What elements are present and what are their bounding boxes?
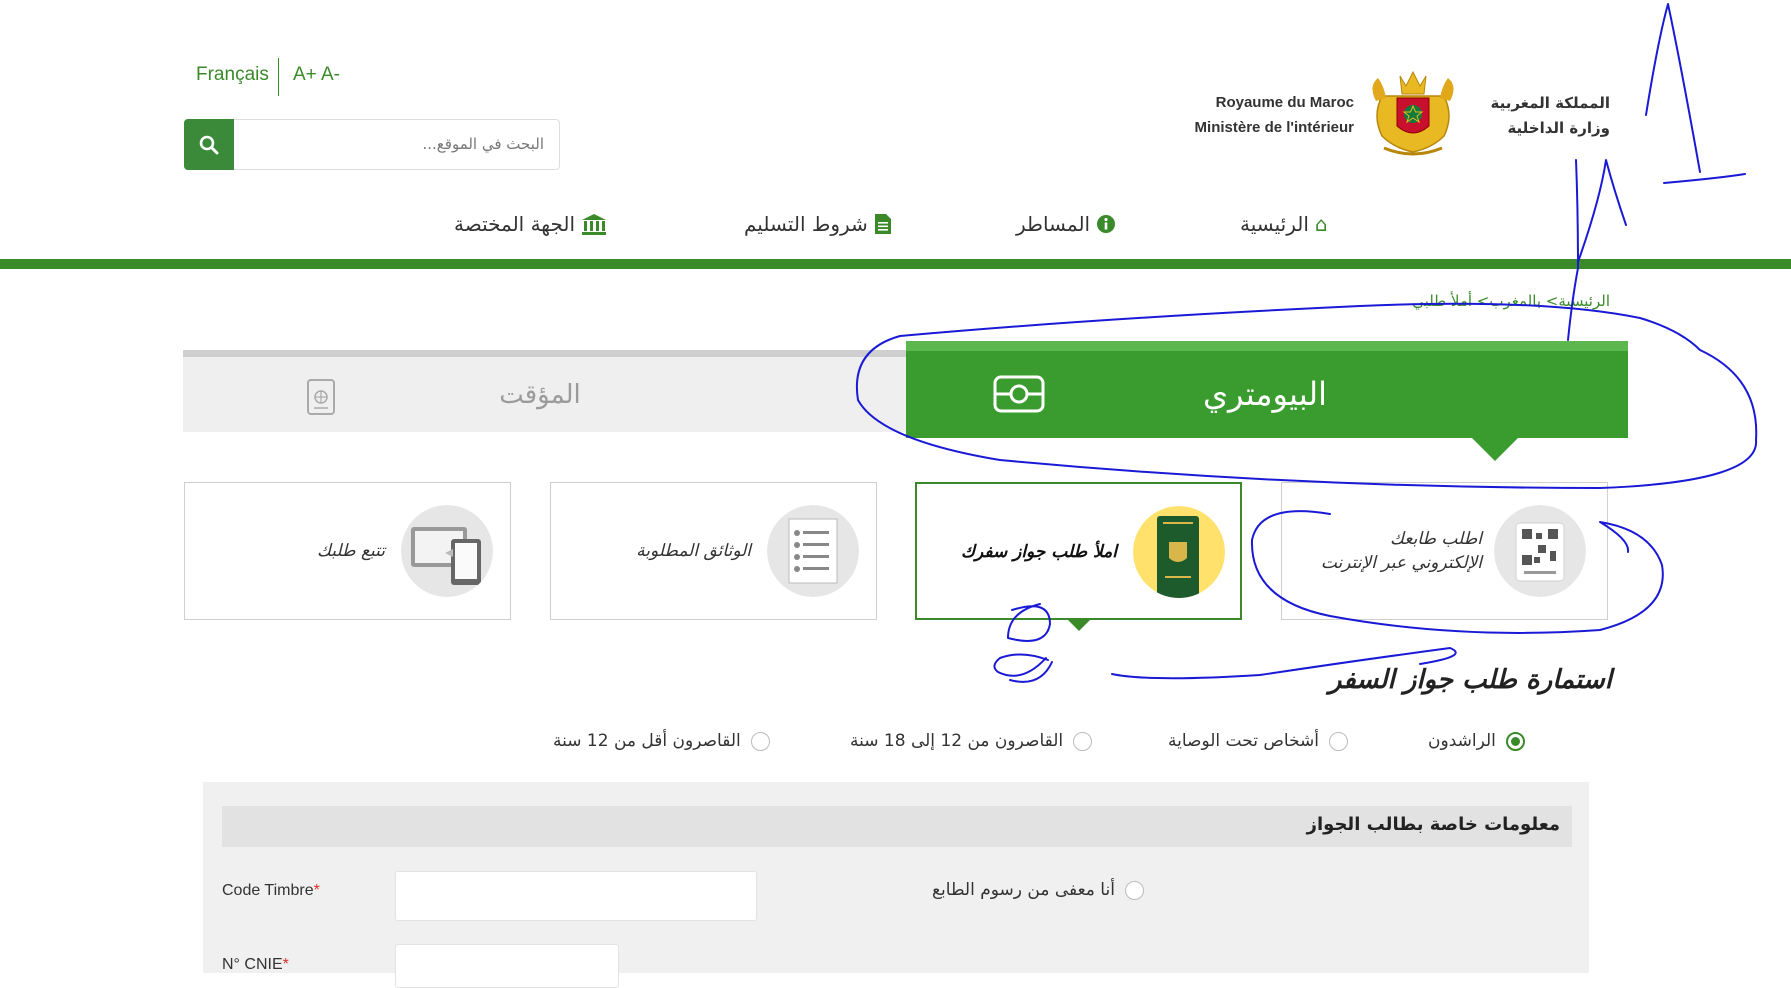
radio-minors-12-18[interactable]: القاصرون من 12 إلى 18 سنة bbox=[850, 731, 1093, 751]
radio-button[interactable] bbox=[750, 731, 770, 751]
temporary-passport-icon bbox=[307, 379, 335, 415]
documents-checklist-icon bbox=[767, 505, 859, 597]
nav-item-procedures[interactable]: المساطر bbox=[1016, 212, 1116, 236]
nav-item-label: الرئيسية bbox=[1240, 212, 1309, 236]
cnie-label: N° CNIE* bbox=[222, 956, 289, 974]
card-order-e-stamp[interactable]: اطلب طابعك الإلكتروني عبر الإنترنت bbox=[1281, 482, 1608, 620]
qr-stamp-icon bbox=[1494, 505, 1586, 597]
section-title: معلومات خاصة بطالب الجواز bbox=[1306, 814, 1560, 835]
nav-item-home[interactable]: ⌂ الرئيسية bbox=[1240, 212, 1328, 236]
exempt-label: أنا معفى من رسوم الطابع bbox=[932, 880, 1115, 900]
header-divider-bar bbox=[0, 259, 1791, 269]
radio-button[interactable] bbox=[1073, 731, 1093, 751]
info-circle-icon bbox=[1097, 215, 1116, 233]
radio-minors-under-12[interactable]: القاصرون أقل من 12 سنة bbox=[553, 731, 770, 751]
code-timbre-label-text: Code Timbre bbox=[222, 882, 314, 899]
nav-item-label: شروط التسليم bbox=[744, 212, 868, 236]
search-icon bbox=[199, 135, 219, 154]
annotation-arrow-left bbox=[1567, 159, 1627, 341]
search-button[interactable] bbox=[184, 119, 234, 170]
radio-button[interactable] bbox=[1505, 731, 1525, 751]
biometric-chip-icon bbox=[993, 375, 1045, 413]
required-mark: * bbox=[282, 956, 289, 973]
card-label-line1: املأ طلب جواز سفرك bbox=[960, 542, 1117, 562]
radio-label: الراشدون bbox=[1428, 731, 1496, 751]
document-icon bbox=[874, 214, 891, 234]
language-link-french[interactable]: Français bbox=[196, 64, 269, 86]
tab-active-pointer bbox=[1471, 437, 1519, 461]
card-label: تتبع طلبك bbox=[205, 539, 385, 563]
card-label: املأ طلب جواز سفرك bbox=[937, 540, 1117, 564]
card-label: اطلب طابعك الإلكتروني عبر الإنترنت bbox=[1302, 527, 1482, 575]
ministry-fr-line2: Ministère de l'intérieur bbox=[1194, 119, 1354, 136]
nav-item-label: المساطر bbox=[1016, 212, 1091, 236]
card-label-line2: الإلكتروني عبر الإنترنت bbox=[1320, 553, 1482, 573]
card-label: الوثائق المطلوبة bbox=[571, 539, 751, 563]
radio-label: أشخاص تحت الوصاية bbox=[1168, 731, 1320, 751]
royal-coat-of-arms-icon bbox=[1372, 70, 1454, 156]
language-divider bbox=[278, 58, 279, 96]
ministry-name-fr: Royaume du Maroc Ministère de l'intérieu… bbox=[1160, 90, 1354, 140]
form-title: استمارة طلب جواز السفر bbox=[1328, 665, 1612, 695]
code-timbre-input[interactable] bbox=[395, 871, 757, 921]
font-size-controls[interactable]: A+ A- bbox=[293, 64, 340, 86]
radio-adults[interactable]: الراشدون bbox=[1428, 731, 1525, 751]
passport-icon bbox=[1133, 506, 1225, 598]
ministry-ar-line2: وزارة الداخلية bbox=[1507, 119, 1610, 137]
ministry-ar-line1: المملكة المغربية bbox=[1490, 94, 1610, 112]
institution-icon bbox=[582, 214, 607, 235]
annotation-arrow-top bbox=[1645, 3, 1746, 184]
radio-button[interactable] bbox=[1329, 731, 1349, 751]
card-fill-passport-application[interactable]: املأ طلب جواز سفرك bbox=[915, 482, 1242, 620]
radio-label: القاصرون أقل من 12 سنة bbox=[553, 731, 741, 751]
devices-icon bbox=[401, 505, 493, 597]
card-track-application[interactable]: تتبع طلبك bbox=[184, 482, 511, 620]
card-required-documents[interactable]: الوثائق المطلوبة bbox=[550, 482, 877, 620]
cnie-input[interactable] bbox=[395, 944, 619, 988]
search-input[interactable] bbox=[240, 120, 552, 167]
card-label-line1: تتبع طلبك bbox=[316, 541, 385, 561]
card-label-line1: اطلب طابعك bbox=[1390, 529, 1482, 549]
nav-item-delivery-conditions[interactable]: شروط التسليم bbox=[744, 212, 892, 236]
radio-label: القاصرون من 12 إلى 18 سنة bbox=[850, 731, 1064, 751]
cnie-label-text: N° CNIE bbox=[222, 956, 283, 973]
tab-temporary-label: المؤقت bbox=[499, 380, 581, 410]
exempt-checkbox[interactable] bbox=[1124, 880, 1144, 900]
tab-biometric-label: البيومتري bbox=[1203, 375, 1327, 413]
nav-item-competent-authority[interactable]: الجهة المختصة bbox=[454, 212, 607, 236]
code-timbre-label: Code Timbre* bbox=[222, 882, 320, 900]
required-mark: * bbox=[313, 882, 320, 899]
ministry-name-ar: المملكة المغربية وزارة الداخلية bbox=[1470, 91, 1610, 141]
exempt-stamp-option[interactable]: أنا معفى من رسوم الطابع bbox=[932, 880, 1144, 900]
radio-under-guardianship[interactable]: أشخاص تحت الوصاية bbox=[1168, 731, 1349, 751]
card-label-line1: الوثائق المطلوبة bbox=[636, 541, 751, 561]
home-icon: ⌂ bbox=[1314, 212, 1328, 236]
ministry-fr-line1: Royaume du Maroc bbox=[1215, 94, 1354, 111]
card-active-pointer bbox=[1068, 620, 1090, 631]
nav-item-label: الجهة المختصة bbox=[454, 212, 576, 236]
breadcrumb[interactable]: الرئيسية> بالمغرب> أملأ طلبي bbox=[1380, 292, 1610, 310]
